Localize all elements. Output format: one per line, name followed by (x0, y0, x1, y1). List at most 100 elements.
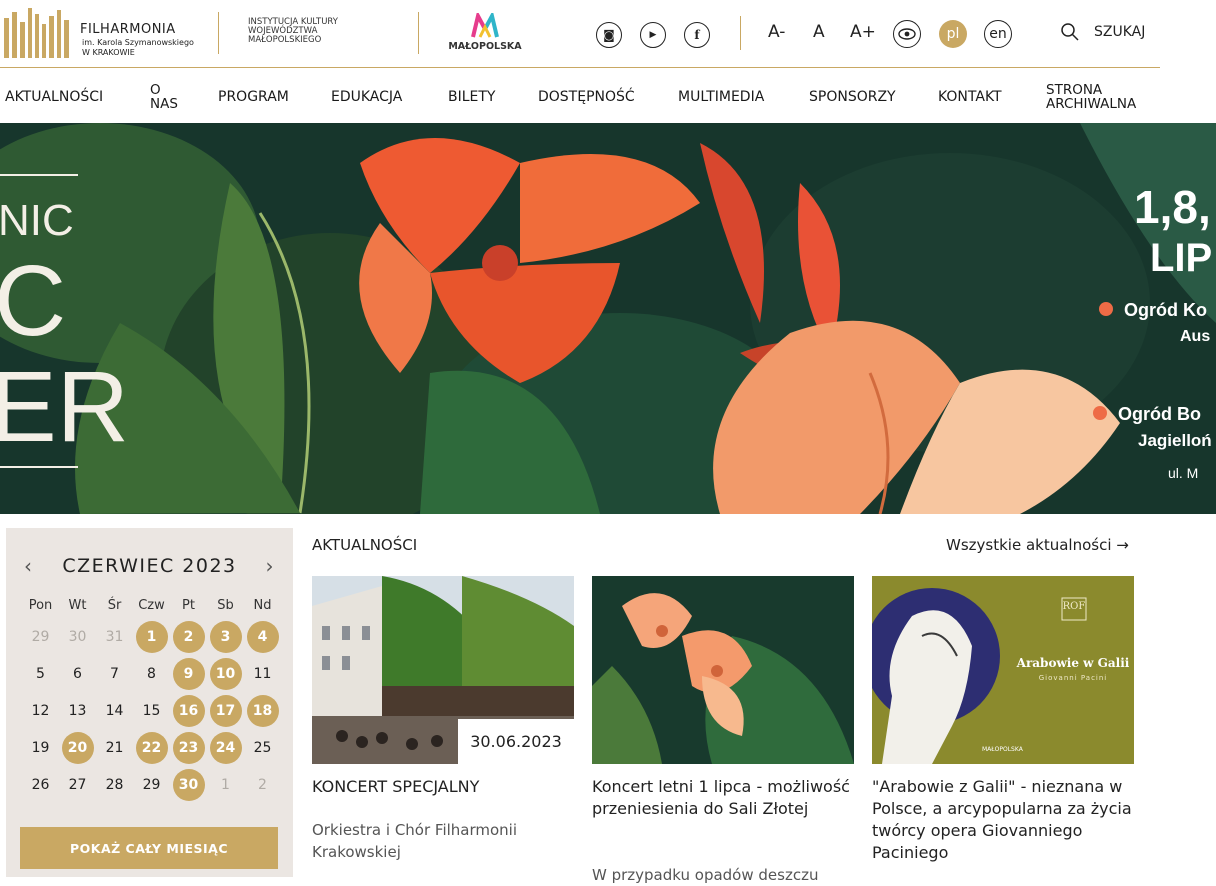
calendar-day: 6 (73, 665, 82, 682)
event-calendar: ‹ CZERWIEC 2023 › Pon Wt Śr Czw Pt Sb Nd 29 30 3… (6, 528, 293, 877)
calendar-day-event[interactable]: 23 (172, 731, 205, 764)
calendar-day-event[interactable]: 9 (172, 657, 205, 690)
calendar-day: 28 (105, 776, 124, 793)
nav-sponsorzy[interactable]: SPONSORZY (809, 72, 896, 122)
hero-left-text-1: NIC (0, 196, 74, 245)
calendar-day: 1 (221, 776, 230, 793)
malopolska-m-icon (471, 10, 499, 38)
hero-location-2: Ogród Bo (1118, 404, 1201, 424)
nav-o-nas[interactable]: O NAS (150, 72, 184, 122)
calendar-week: 5 6 7 8 9 10 11 (22, 655, 280, 692)
weekday-label: Czw (138, 597, 165, 613)
news-title[interactable]: KONCERT SPECJALNY (312, 776, 574, 798)
calendar-day: 25 (253, 739, 272, 756)
hero-location-2c: ul. M (1168, 465, 1198, 481)
calendar-next-button[interactable]: › (266, 554, 276, 578)
poster-title: Arabowie w Galii (1016, 656, 1130, 670)
youtube-icon[interactable]: ▶ (640, 22, 666, 48)
divider (218, 12, 219, 54)
location-dot-icon (1099, 302, 1113, 316)
poster-composer: Giovanni Pacini (1038, 674, 1108, 682)
calendar-grid: Pon Wt Śr Czw Pt Sb Nd 29 30 31 1 2 3 4 5 6 7 8 9 10 11 12 13… (22, 592, 280, 803)
calendar-day-event[interactable]: 24 (209, 731, 242, 764)
calendar-day: 14 (105, 702, 124, 719)
main-nav: AKTUALNOŚCI O NAS PROGRAM EDUKACJA BILET… (0, 72, 1216, 122)
lang-en-button[interactable]: en (984, 20, 1012, 48)
weekday-label: Sb (217, 597, 234, 613)
weekday-label: Śr (107, 597, 122, 613)
calendar-day-event[interactable]: 20 (61, 731, 94, 764)
facebook-icon[interactable]: f (684, 22, 710, 48)
calendar-day-event[interactable]: 10 (209, 657, 242, 690)
calendar-prev-button[interactable]: ‹ (24, 554, 34, 578)
nav-bilety[interactable]: BILETY (448, 72, 495, 122)
nav-program[interactable]: PROGRAM (218, 72, 289, 122)
calendar-day: 21 (105, 739, 124, 756)
font-normal-button[interactable]: A (813, 22, 825, 42)
nav-multimedia[interactable]: MULTIMEDIA (678, 72, 764, 122)
header-rule (0, 67, 1160, 68)
weekday-label: Pt (182, 597, 195, 613)
hero-location-1b: Aus (1180, 328, 1210, 345)
calendar-day-event[interactable]: 4 (246, 620, 279, 653)
hero-left-text-3: ER (0, 351, 129, 463)
calendar-day: 8 (147, 665, 156, 682)
calendar-day-event[interactable]: 16 (172, 694, 205, 727)
instagram-icon[interactable]: ◙ (596, 22, 622, 48)
news-heading: AKTUALNOŚCI (312, 536, 418, 554)
calendar-day-event[interactable]: 30 (172, 768, 205, 801)
nav-dostepnosc[interactable]: DOSTĘPNOŚĆ (538, 72, 635, 122)
calendar-week: 12 13 14 15 16 17 18 (22, 692, 280, 729)
nav-kontakt[interactable]: KONTAKT (938, 72, 1002, 122)
calendar-day: 7 (110, 665, 119, 682)
news-date: 30.06.2023 (458, 719, 574, 764)
nav-aktualnosci[interactable]: AKTUALNOŚCI (5, 72, 103, 122)
calendar-day-event[interactable]: 17 (209, 694, 242, 727)
font-larger-button[interactable]: A+ (850, 22, 876, 42)
calendar-day: 13 (68, 702, 87, 719)
calendar-day: 19 (31, 739, 50, 756)
logo-sub: im. Karola Szymanowskiego (82, 38, 194, 47)
font-smaller-button[interactable]: A- (768, 22, 785, 42)
calendar-day: 12 (31, 702, 50, 719)
calendar-week: 26 27 28 29 30 1 2 (22, 766, 280, 803)
logo-name: FILHARMONIA (80, 22, 176, 37)
news-description: Orkiestra i Chór Filharmonii Krakowskiej (312, 821, 518, 861)
calendar-day-event[interactable]: 1 (135, 620, 168, 653)
news-title[interactable]: Koncert letni 1 lipca - możliwość przeni… (592, 776, 854, 820)
calendar-week: 29 30 31 1 2 3 4 (22, 618, 280, 655)
contrast-eye-icon[interactable] (893, 20, 921, 48)
nav-strona-archiwalna[interactable]: STRONA ARCHIWALNA (1046, 72, 1156, 122)
poster-region: MAŁOPOLSKA (982, 746, 1023, 753)
divider (418, 12, 419, 54)
filharmonia-logo[interactable]: FILHARMONIA im. Karola Szymanowskiego W … (4, 8, 194, 60)
calendar-day-event[interactable]: 22 (135, 731, 168, 764)
search-button[interactable]: SZUKAJ (1060, 22, 1145, 42)
hero-location-2b: Jagielloń (1138, 431, 1212, 450)
news-title[interactable]: "Arabowie z Galii" - nieznana w Polsce, … (872, 776, 1134, 864)
calendar-day-event[interactable]: 18 (246, 694, 279, 727)
calendar-day: 29 (31, 628, 50, 645)
calendar-weekdays: Pon Wt Śr Czw Pt Sb Nd (22, 592, 280, 618)
calendar-day: 29 (142, 776, 161, 793)
site-header: FILHARMONIA im. Karola Szymanowskiego W … (0, 0, 1216, 68)
calendar-day: 26 (31, 776, 50, 793)
news-image[interactable] (592, 576, 854, 764)
malopolska-logo[interactable]: MAŁOPOLSKA (440, 10, 530, 57)
news-image[interactable]: ROF Arabowie w Galii Giovanni Pacini MAŁ… (872, 576, 1134, 764)
calendar-day-event[interactable]: 2 (172, 620, 205, 653)
nav-edukacja[interactable]: EDUKACJA (331, 72, 402, 122)
institution-line: MAŁOPOLSKIEGO (248, 35, 322, 45)
calendar-day: 15 (142, 702, 161, 719)
news-description: W przypadku opadów deszczu (592, 866, 819, 884)
hero-banner[interactable]: NIC C ER 1,8, LIP Ogród Ko Aus Ogród Bo … (0, 123, 1216, 514)
calendar-day: 30 (68, 628, 87, 645)
hero-month: LIP (1150, 236, 1212, 280)
search-label: SZUKAJ (1094, 24, 1146, 40)
calendar-day: 27 (68, 776, 87, 793)
lang-pl-button[interactable]: pl (939, 20, 967, 48)
calendar-day-event[interactable]: 3 (209, 620, 242, 653)
hero-left-text-2: C (0, 245, 66, 357)
all-news-link[interactable]: Wszystkie aktualności → (946, 536, 1129, 554)
show-month-button[interactable]: POKAŻ CAŁY MIESIĄC (20, 827, 278, 869)
